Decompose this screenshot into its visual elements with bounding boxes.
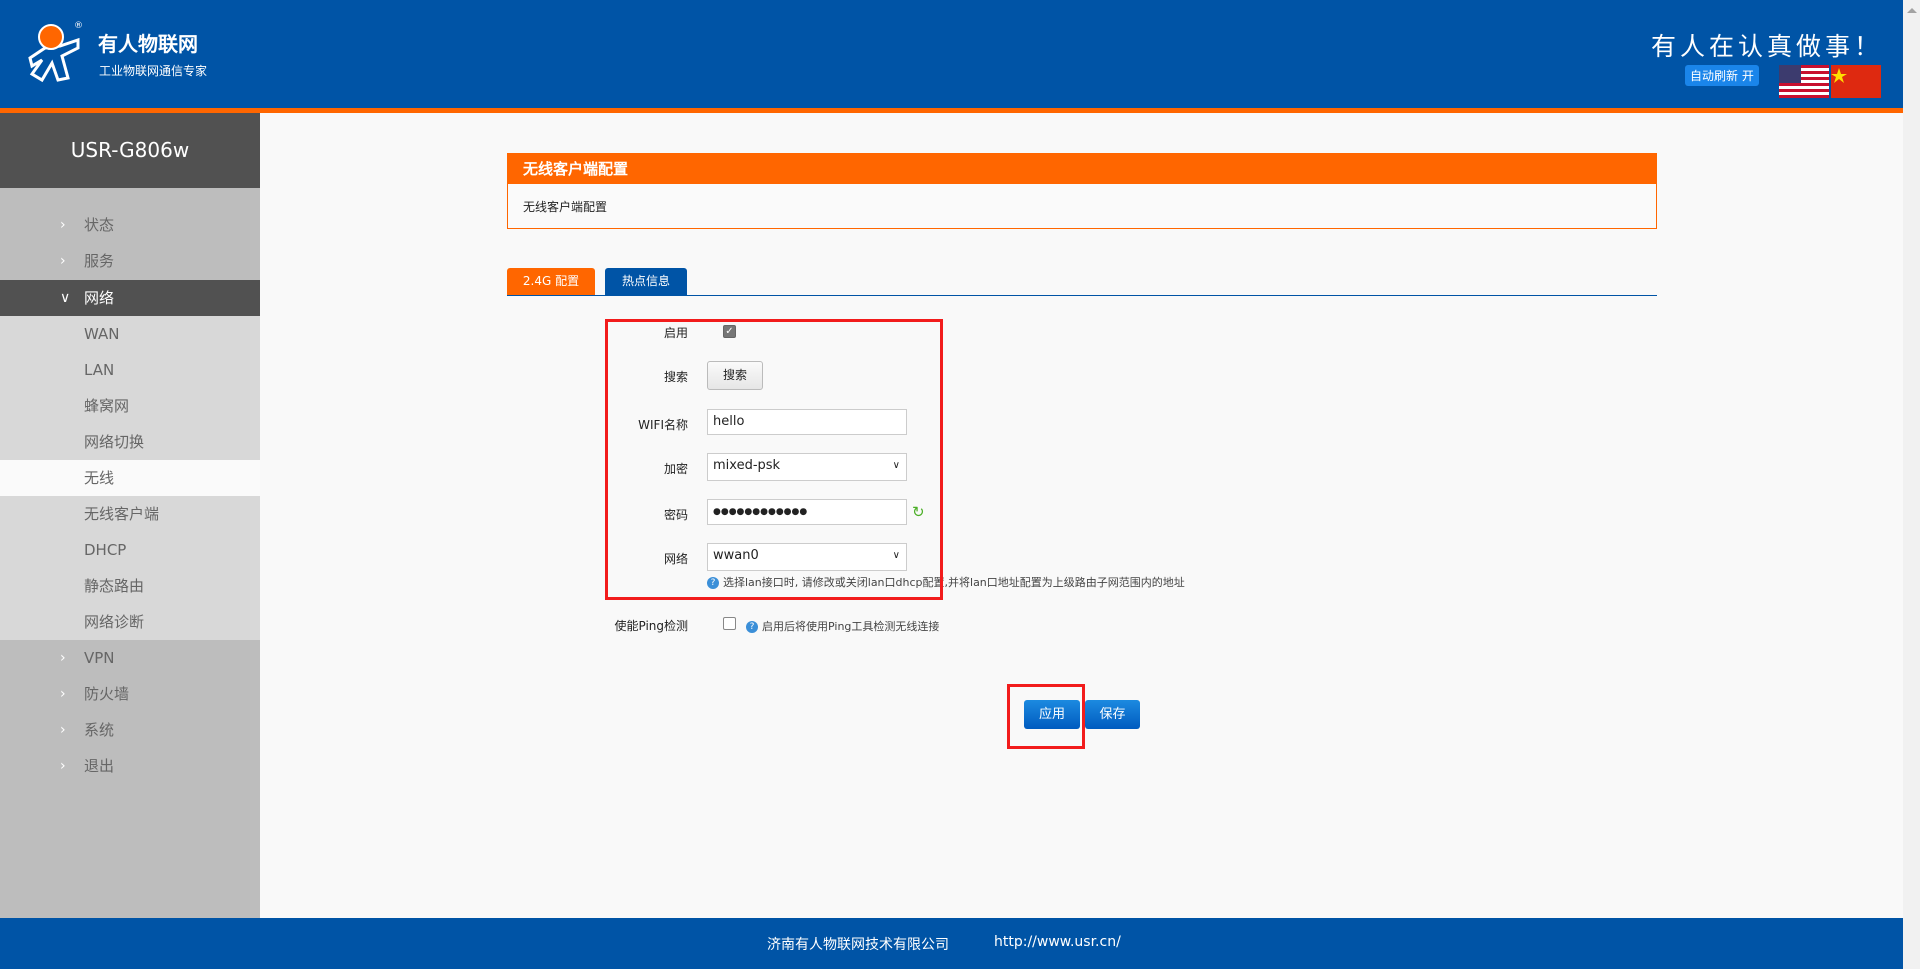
sidebar-item-lan[interactable]: LAN — [0, 352, 260, 388]
slogan: 有人在认真做事！ — [1651, 32, 1884, 61]
chevron-down-icon: ∨ — [60, 290, 71, 306]
panel-description: 无线客户端配置 — [523, 200, 608, 214]
logo-icon: ® — [28, 21, 83, 83]
brand-subtitle: 工业物联网通信专家 — [99, 64, 208, 78]
sidebar-item-wan[interactable]: WAN — [0, 316, 260, 352]
ping-checkbox[interactable] — [723, 617, 736, 630]
scrollbar[interactable] — [1903, 0, 1920, 969]
chevron-right-icon: › — [60, 758, 66, 774]
chevron-right-icon: › — [60, 722, 66, 738]
header: ® 有人物联网 工业物联网通信专家 有人在认真做事！ 自动刷新 开 — [0, 0, 1903, 108]
sidebar-item-status[interactable]: › 状态 — [0, 207, 260, 243]
sidebar-item-logout[interactable]: › 退出 — [0, 748, 260, 784]
highlight-box-form — [605, 319, 943, 600]
tab-underline — [507, 295, 1657, 296]
sidebar-item-static-route[interactable]: 静态路由 — [0, 568, 260, 604]
svg-text:®: ® — [74, 21, 83, 31]
highlight-box-apply — [1007, 684, 1085, 749]
sidebar: USR-G806w › 状态 › 服务 ∨ 网络 WAN LAN 蜂窝网 网络切换 无… — [0, 113, 260, 918]
help-icon: ? — [746, 621, 758, 633]
brand-name: 有人物联网 — [98, 32, 198, 56]
sidebar-item-network[interactable]: ∨ 网络 — [0, 280, 260, 316]
scroll-up-icon[interactable] — [1907, 8, 1917, 13]
sidebar-item-firewall[interactable]: › 防火墙 — [0, 676, 260, 712]
us-flag-icon[interactable] — [1779, 65, 1829, 98]
footer-url[interactable]: http://www.usr.cn/ — [994, 934, 1121, 950]
sidebar-item-diagnostics[interactable]: 网络诊断 — [0, 604, 260, 640]
ping-label: 使能Ping检测 — [614, 619, 688, 633]
china-flag-icon[interactable] — [1831, 65, 1881, 98]
sidebar-item-services[interactable]: › 服务 — [0, 243, 260, 279]
device-name: USR-G806w — [0, 113, 260, 188]
config-panel: 无线客户端配置 无线客户端配置 — [507, 153, 1657, 229]
sidebar-item-wireless-client[interactable]: 无线客户端 — [0, 496, 260, 532]
footer-company: 济南有人物联网技术有限公司 — [767, 937, 949, 953]
sidebar-item-dhcp[interactable]: DHCP — [0, 532, 260, 568]
chevron-right-icon: › — [60, 217, 66, 233]
chevron-right-icon: › — [60, 253, 66, 269]
sidebar-item-network-switch[interactable]: 网络切换 — [0, 424, 260, 460]
ping-hint: ? 启用后将使用Ping工具检测无线连接 — [746, 618, 939, 634]
sidebar-item-vpn[interactable]: › VPN — [0, 640, 260, 676]
sidebar-item-cellular[interactable]: 蜂窝网 — [0, 388, 260, 424]
chevron-right-icon: › — [60, 650, 66, 666]
sidebar-item-system[interactable]: › 系统 — [0, 712, 260, 748]
auto-refresh-toggle[interactable]: 自动刷新 开 — [1685, 65, 1759, 86]
chevron-right-icon: › — [60, 686, 66, 702]
panel-title: 无线客户端配置 — [508, 154, 1656, 184]
sidebar-item-wireless[interactable]: 无线 — [0, 460, 260, 496]
tab-hotspot-info[interactable]: 热点信息 — [605, 268, 687, 295]
tab-2-4g-config[interactable]: 2.4G 配置 — [507, 268, 595, 295]
header-divider — [0, 108, 1903, 113]
save-button[interactable]: 保存 — [1085, 700, 1140, 729]
footer: 济南有人物联网技术有限公司 http://www.usr.cn/ — [0, 918, 1903, 969]
